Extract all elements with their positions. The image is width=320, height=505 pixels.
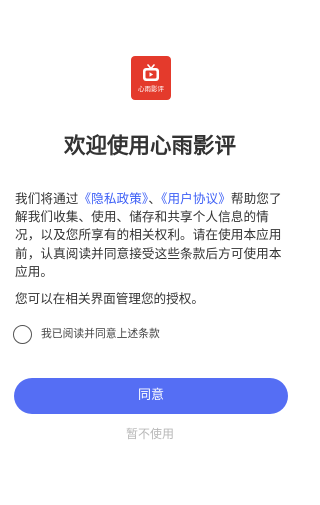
consent-screen: 心雨影评 欢迎使用心雨影评 我们将通过《隐私政策》、《用户协议》帮助您了解我们收… (0, 0, 300, 505)
agree-checkbox-row[interactable]: 我已阅读并同意上述条款 (13, 323, 160, 345)
agree-button[interactable]: 同意 (14, 378, 288, 414)
authorization-note: 您可以在相关界面管理您的授权。 (15, 291, 204, 306)
agree-label: 我已阅读并同意上述条款 (41, 327, 160, 340)
page-title: 欢迎使用心雨影评 (63, 134, 236, 159)
privacy-policy-link[interactable]: 《隐私政策》 (78, 191, 148, 206)
app-logo-text: 心雨影评 (138, 85, 164, 93)
desc-separator: 、 (148, 191, 162, 206)
agree-radio[interactable] (13, 324, 32, 344)
app-logo: 心雨影评 (131, 56, 171, 100)
user-agreement-link[interactable]: 《用户协议》 (161, 191, 231, 206)
not-now-button[interactable]: 暂不使用 (0, 426, 300, 442)
consent-description: 我们将通过《隐私政策》、《用户协议》帮助您了解我们收集、使用、储存和共享个人信息… (15, 190, 289, 281)
tv-icon (143, 64, 159, 81)
desc-part1: 我们将通过 (15, 191, 79, 206)
